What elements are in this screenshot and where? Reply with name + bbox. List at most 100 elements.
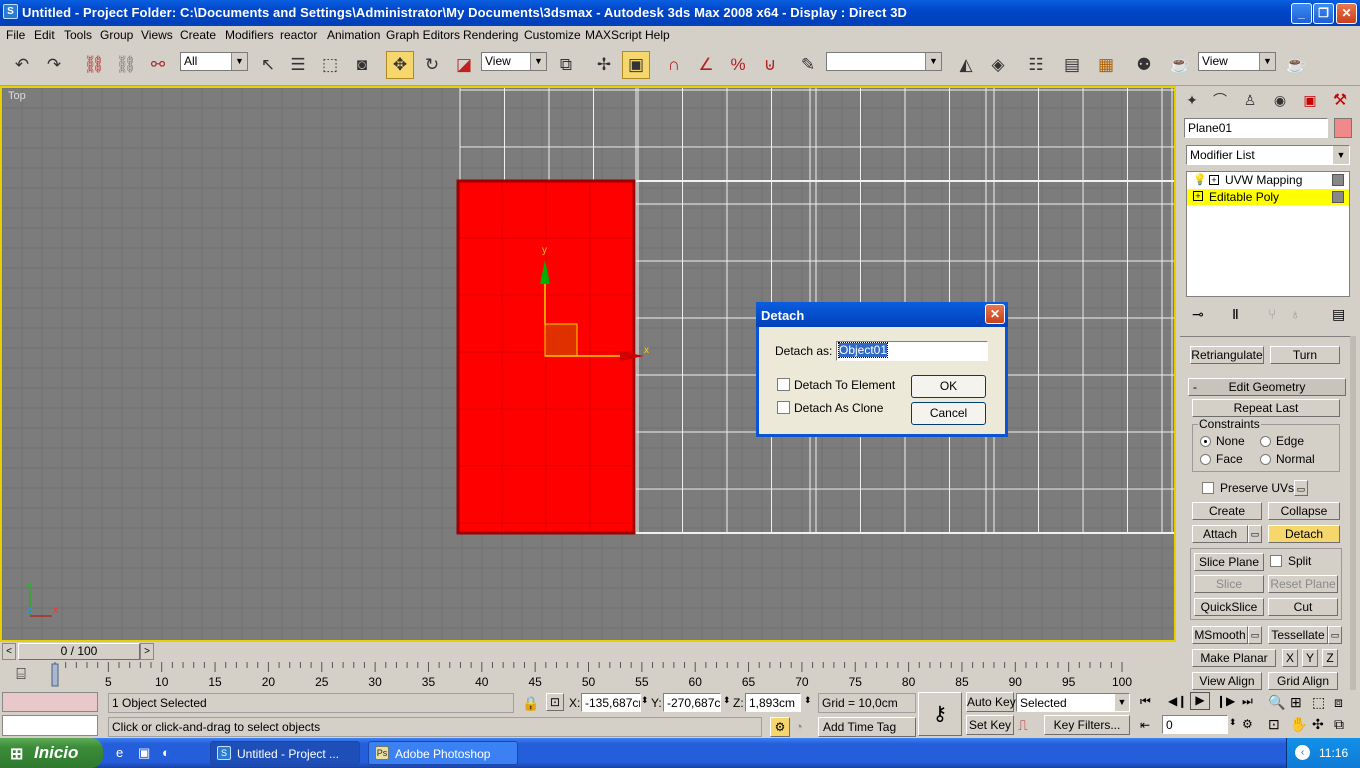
time-slider-thumb[interactable]: 0 / 100 [18,643,140,660]
view-align-button[interactable]: View Align [1192,672,1262,690]
panel-scrollbar[interactable] [1350,336,1356,690]
edit-named-selection-icon[interactable]: ✎ [794,51,822,79]
configure-sets-icon[interactable]: ▤ [1332,306,1345,323]
detach-button[interactable]: Detach [1268,525,1340,543]
modifier-list-dropdown[interactable]: Modifier List ▼ [1186,145,1350,165]
pan-icon[interactable]: ✋ [1290,716,1307,733]
planar-z-button[interactable]: Z [1322,649,1338,667]
pin-stack-icon[interactable]: ⊸ [1192,306,1204,323]
title-bar[interactable]: S Untitled - Project Folder: C:\Document… [0,0,1360,26]
next-frame-icon[interactable]: ❙▶ [1216,694,1235,708]
bind-space-warp-icon[interactable]: ⚯ [144,51,172,79]
constraint-normal-radio[interactable] [1260,454,1271,465]
attach-button[interactable]: Attach [1192,525,1248,543]
x-coordinate-input[interactable]: -135,687cr [581,693,641,712]
maxscript-input[interactable] [2,715,98,736]
window-crossing-icon[interactable]: ◙ [348,51,376,79]
quick-render-icon[interactable]: ☕ [1282,51,1310,79]
create-tab-icon[interactable]: ✦ [1180,88,1204,112]
key-filters-button[interactable]: Key Filters... [1044,715,1130,735]
snaps-toggle-icon[interactable]: ∩ [660,51,688,79]
go-to-start-icon[interactable]: ⏮ [1140,694,1151,709]
slice-plane-button[interactable]: Slice Plane [1194,553,1264,571]
menu-tools[interactable]: Tools [64,28,92,42]
split-checkbox[interactable] [1270,555,1282,567]
schematic-view-icon[interactable]: ▦ [1092,51,1120,79]
viewport-label[interactable]: Top [8,90,26,102]
lightbulb-icon[interactable]: 💡 [1193,173,1207,186]
clock[interactable]: 11:16 [1319,746,1348,760]
grid-align-button[interactable]: Grid Align [1268,672,1338,690]
zoom-icon[interactable]: 🔍 [1268,694,1285,711]
expand-icon[interactable]: + [1193,191,1203,201]
go-to-end-icon[interactable]: ⏭ [1242,694,1253,709]
zoom-all-icon[interactable]: ⊞ [1290,694,1302,711]
ok-button[interactable]: OK [911,375,986,398]
menu-file[interactable]: File [6,28,25,42]
detach-to-element-checkbox[interactable] [777,378,790,391]
prev-frame-icon[interactable]: < [2,643,16,660]
time-tag-icon[interactable]: ⚙ [770,717,790,737]
zoom-extents-icon[interactable]: ⬚ [1312,694,1325,711]
z-spinner-icon[interactable]: ⬍ [804,695,812,706]
add-time-tag-button[interactable]: Add Time Tag [818,717,916,737]
percent-snap-icon[interactable]: % [724,51,752,79]
render-scene-icon[interactable]: ☕ [1166,51,1194,79]
slice-button[interactable]: Slice [1194,575,1264,593]
pivot-center-icon[interactable]: ⧉ [552,51,580,79]
quickslice-button[interactable]: QuickSlice [1194,598,1264,616]
auto-key-button[interactable]: Auto Key [966,692,1016,712]
layer-manager-icon[interactable]: ☷ [1022,51,1050,79]
menu-views[interactable]: Views [141,28,173,42]
time-slider[interactable]: < 0 / 100 > [0,642,1176,662]
selection-filter-dropdown[interactable]: All ▼ [180,52,248,71]
make-planar-button[interactable]: Make Planar [1192,649,1276,667]
turn-button[interactable]: Turn [1270,346,1340,364]
menu-modifiers[interactable]: Modifiers [225,28,274,42]
angle-snap-icon[interactable]: ∠ [692,51,720,79]
key-tangent-icon[interactable]: ⎍ [1018,717,1028,734]
show-end-result-icon[interactable]: Ⅱ [1232,306,1239,323]
key-mode-toggle-icon[interactable]: ⇤ [1140,718,1150,732]
zoom-extents-all-icon[interactable]: ⧈ [1334,694,1343,711]
stack-item-editable-poly[interactable]: + Editable Poly [1187,189,1349,205]
select-and-move-icon[interactable]: ✥ [386,51,414,79]
constraint-face-radio[interactable] [1200,454,1211,465]
preserve-uvs-settings-button[interactable]: ▭ [1294,480,1308,496]
ie-quicklaunch-icon[interactable]: e [116,745,123,760]
menu-maxscript[interactable]: MAXScript [585,28,642,42]
arc-rotate-icon[interactable]: ✣ [1312,716,1324,733]
track-bar[interactable]: ⌸ 05101520253035404550556065707580859095… [0,662,1176,690]
display-tab-icon[interactable]: ▣ [1298,88,1322,112]
select-and-manipulate-icon[interactable]: ✢ [590,51,618,79]
reference-coordinate-dropdown[interactable]: View ▼ [481,52,547,71]
dialog-close-button[interactable]: ✕ [985,304,1005,324]
tray-expand-icon[interactable]: ‹ [1295,745,1310,760]
region-zoom-icon[interactable]: ⊡ [1268,716,1280,733]
menu-reactor[interactable]: reactor [280,28,317,42]
stack-toggle-icon[interactable] [1332,174,1344,186]
hierarchy-tab-icon[interactable]: ♙ [1238,88,1262,112]
desktop-quicklaunch-icon[interactable]: ▣ [138,745,150,761]
curve-editor-icon[interactable]: ▤ [1058,51,1086,79]
tessellate-button[interactable]: Tessellate [1268,626,1328,644]
edit-geometry-rollout-header[interactable]: - Edit Geometry [1188,378,1346,396]
make-unique-icon[interactable]: ⑂ [1268,306,1276,322]
rectangular-selection-icon[interactable]: ⬚ [316,51,344,79]
x-spinner-icon[interactable]: ⬍ [641,695,649,706]
minimize-button[interactable]: _ [1291,3,1312,24]
absolute-mode-icon[interactable]: ⊡ [546,693,564,711]
task-3dsmax[interactable]: S Untitled - Project ... [210,741,360,765]
preserve-uvs-checkbox[interactable] [1202,482,1214,494]
align-icon[interactable]: ◈ [984,51,1012,79]
object-color-swatch[interactable] [1334,118,1352,138]
select-object-icon[interactable]: ↖ [254,51,282,79]
keyboard-shortcut-override-icon[interactable]: ▣ [622,51,650,79]
key-mode-dropdown[interactable]: Selected ▼ [1016,693,1130,712]
next-frame-icon[interactable]: > [140,643,154,660]
frame-indicator[interactable] [51,663,59,687]
frame-spinner-icon[interactable]: ⬍ [1229,717,1237,728]
media-quicklaunch-icon[interactable]: ◐ [162,745,170,760]
task-photoshop[interactable]: Ps Adobe Photoshop [368,741,518,765]
current-frame-input[interactable]: 0 [1162,715,1228,734]
